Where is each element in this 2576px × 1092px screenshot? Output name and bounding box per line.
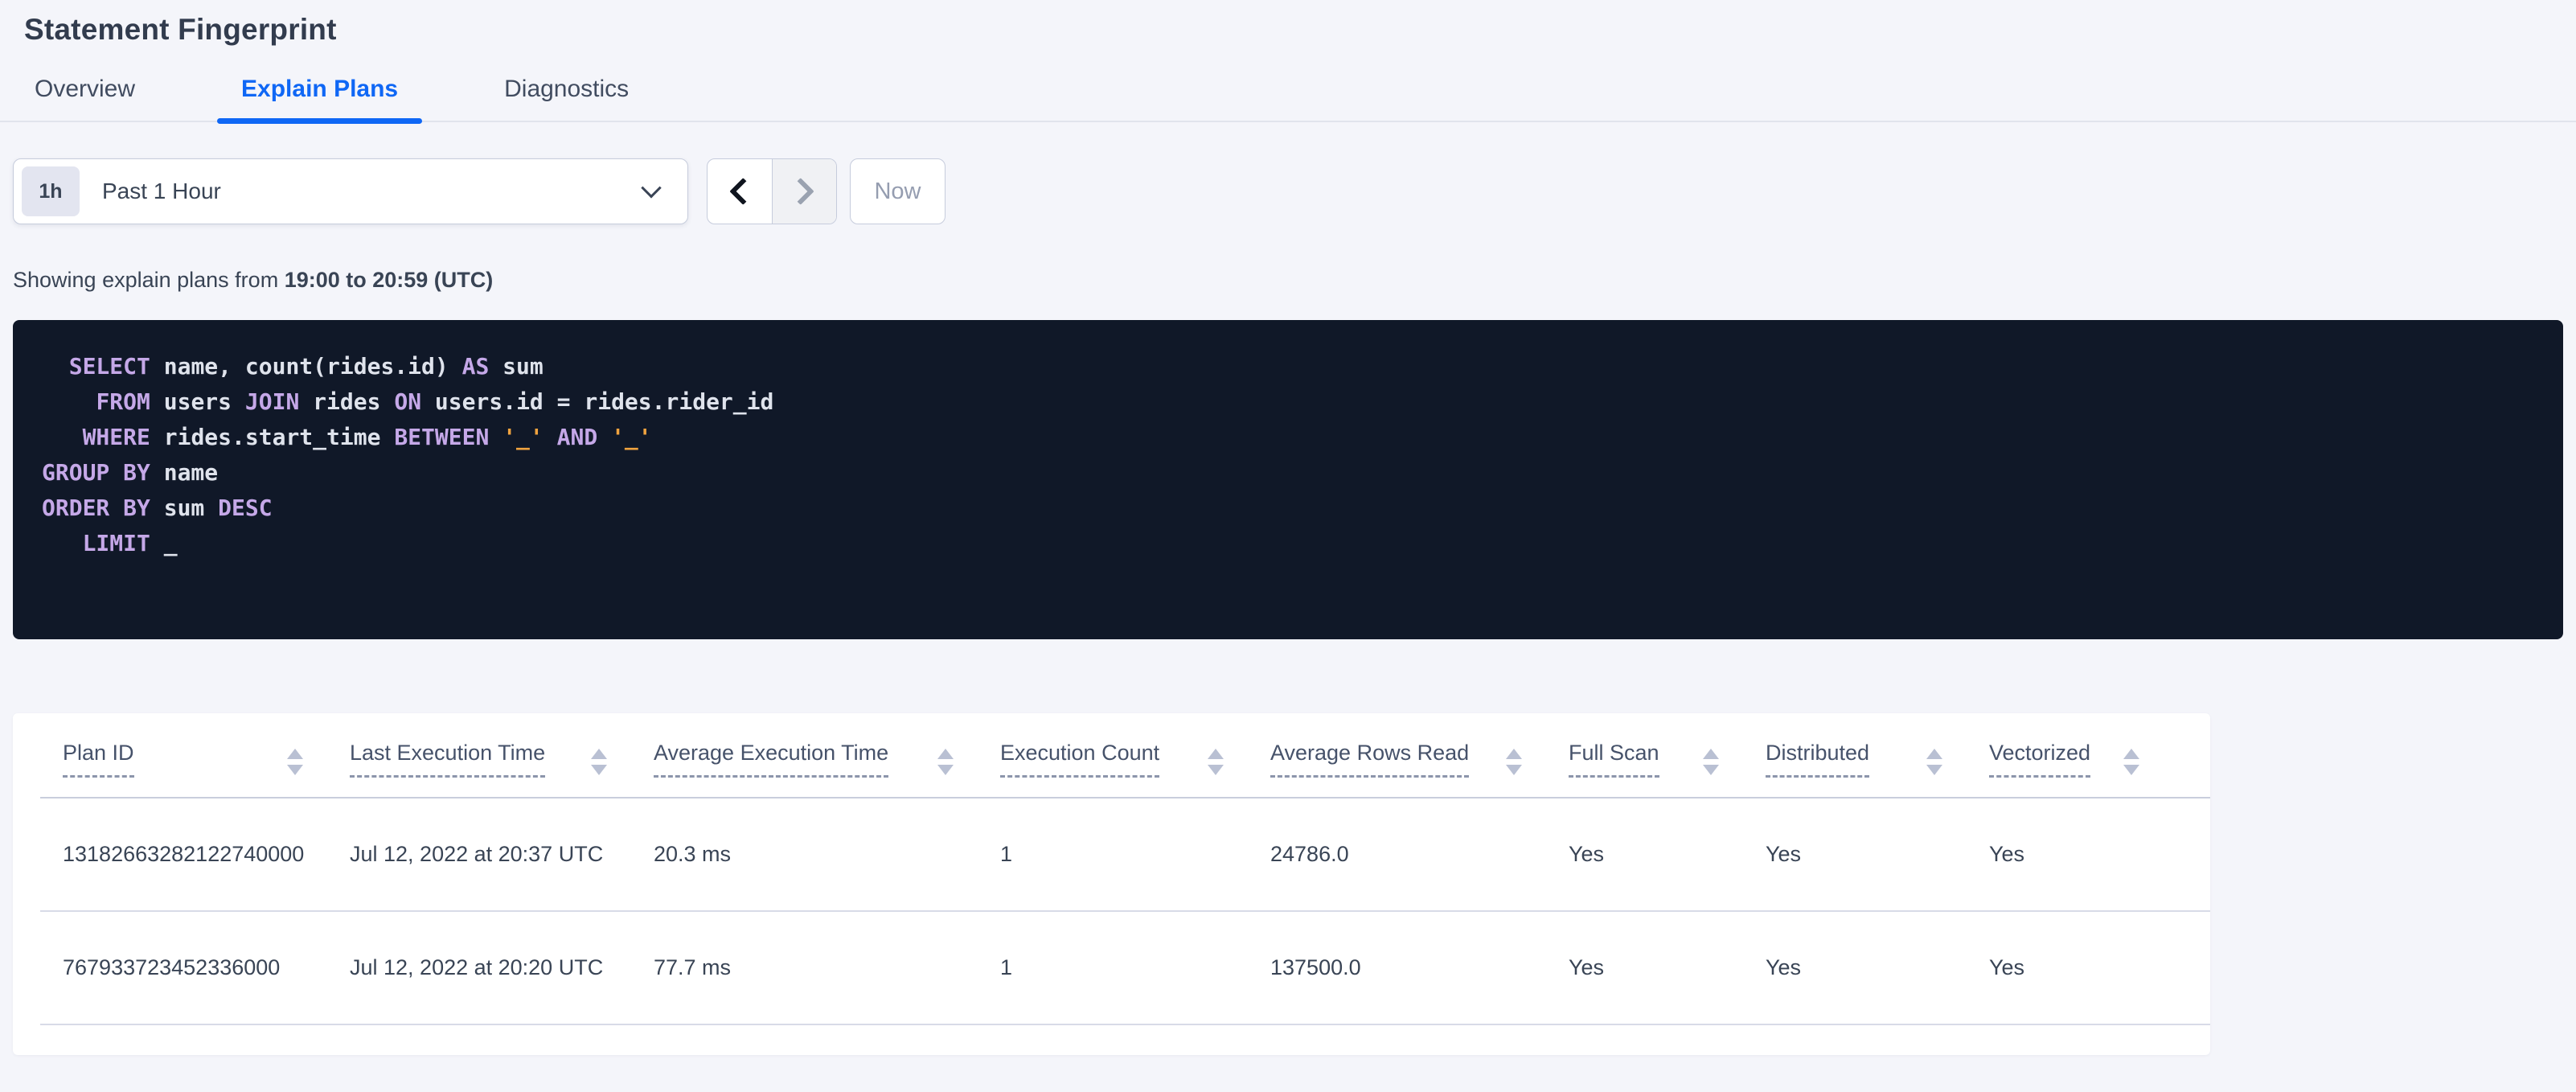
sort-icon[interactable] (2123, 749, 2139, 775)
tab-bar: Overview Explain Plans Diagnostics (0, 76, 2576, 124)
table-cell: 1 (1000, 955, 1013, 979)
table-cell: Yes (1766, 955, 1802, 979)
column-header-label: Average Rows Read (1270, 741, 1470, 778)
chevron-down-icon (641, 178, 662, 199)
column-header[interactable]: Average Rows Read (1270, 741, 1569, 795)
time-controls: 1h Past 1 Hour Now (13, 158, 2563, 224)
table-cell: 767933723452336000 (63, 955, 281, 979)
table-cell: Yes (1989, 955, 2025, 979)
time-range-select[interactable]: 1h Past 1 Hour (13, 158, 688, 224)
sql-code-block: SELECT name, count(rides.id) AS sum FROM… (13, 320, 2563, 639)
tab-overview[interactable]: Overview (10, 76, 159, 121)
tab-diagnostics[interactable]: Diagnostics (480, 76, 653, 121)
table-row[interactable]: 13182663282122740000 Jul 12, 2022 at 20:3… (40, 798, 2210, 912)
table-cell: 1 (1000, 842, 1013, 866)
sort-icon[interactable] (591, 749, 607, 775)
tab-explain-plans[interactable]: Explain Plans (217, 76, 423, 124)
column-header[interactable]: Execution Count (1000, 741, 1270, 795)
chevron-left-icon (729, 178, 757, 205)
plans-table-card: Plan ID Last Execution Time Average Execut… (13, 713, 2210, 1055)
table-cell: Yes (1569, 955, 1605, 979)
sort-icon[interactable] (1926, 749, 1942, 775)
column-header[interactable]: Full Scan (1569, 741, 1766, 795)
sql-line: WHERE rides.start_time BETWEEN '_' AND '… (82, 424, 652, 450)
column-header-label: Execution Count (1000, 741, 1160, 778)
column-header-label: Vectorized (1989, 741, 2091, 778)
page-title: Statement Fingerprint (24, 13, 337, 46)
sort-icon[interactable] (1506, 749, 1522, 775)
now-button[interactable]: Now (850, 158, 945, 224)
sort-icon[interactable] (287, 749, 303, 775)
column-header-label: Average Execution Time (654, 741, 889, 778)
sort-icon[interactable] (1208, 749, 1224, 775)
summary-text: Showing explain plans from 19:00 to 20:5… (13, 268, 2576, 293)
column-header[interactable]: Average Execution Time (654, 741, 1000, 795)
table-cell: 24786.0 (1270, 842, 1349, 866)
table-cell: Jul 12, 2022 at 20:37 UTC (350, 842, 604, 866)
column-header-label: Distributed (1766, 741, 1870, 778)
sort-icon[interactable] (1703, 749, 1719, 775)
column-header[interactable]: Last Execution Time (350, 741, 654, 795)
time-range-label: Past 1 Hour (102, 179, 221, 203)
table-cell: Yes (1989, 842, 2025, 866)
column-header-label: Full Scan (1569, 741, 1659, 778)
sort-icon[interactable] (937, 749, 954, 775)
sql-line: GROUP BY name (42, 459, 219, 486)
column-header[interactable]: Vectorized (1989, 741, 2186, 795)
summary-prefix: Showing explain plans from (13, 268, 285, 292)
column-header[interactable]: Plan ID (63, 741, 350, 795)
table-cell: 20.3 ms (654, 842, 732, 866)
table-cell: Yes (1766, 842, 1802, 866)
chevron-right-icon (787, 178, 814, 205)
table-cell: Jul 12, 2022 at 20:20 UTC (350, 955, 604, 979)
sql-line: SELECT name, count(rides.id) AS sum (68, 353, 544, 380)
column-header-label: Plan ID (63, 741, 134, 778)
table-header-row: Plan ID Last Execution Time Average Execut… (40, 713, 2210, 798)
summary-time-range: 19:00 to 20:59 (UTC) (284, 268, 494, 292)
table-row[interactable]: 767933723452336000 Jul 12, 2022 at 20:20 … (40, 912, 2210, 1025)
plans-table: Plan ID Last Execution Time Average Execut… (40, 713, 2210, 1025)
column-header[interactable]: Distributed (1766, 741, 1989, 795)
table-cell: 137500.0 (1270, 955, 1361, 979)
sql-line: LIMIT _ (82, 530, 178, 556)
table-cell: 13182663282122740000 (63, 842, 305, 866)
sql-line: FROM users JOIN rides ON users.id = ride… (96, 388, 774, 415)
column-header-label: Last Execution Time (350, 741, 546, 778)
prev-time-button[interactable] (708, 159, 772, 224)
sql-line: ORDER BY sum DESC (42, 495, 273, 521)
sql-code: SELECT name, count(rides.id) AS sum FROM… (42, 349, 2531, 561)
table-body: 13182663282122740000 Jul 12, 2022 at 20:3… (40, 798, 2210, 1025)
time-shortcut-badge: 1h (22, 166, 80, 216)
next-time-button[interactable] (771, 159, 836, 224)
table-cell: Yes (1569, 842, 1605, 866)
time-pager (707, 158, 837, 224)
table-cell: 77.7 ms (654, 955, 732, 979)
